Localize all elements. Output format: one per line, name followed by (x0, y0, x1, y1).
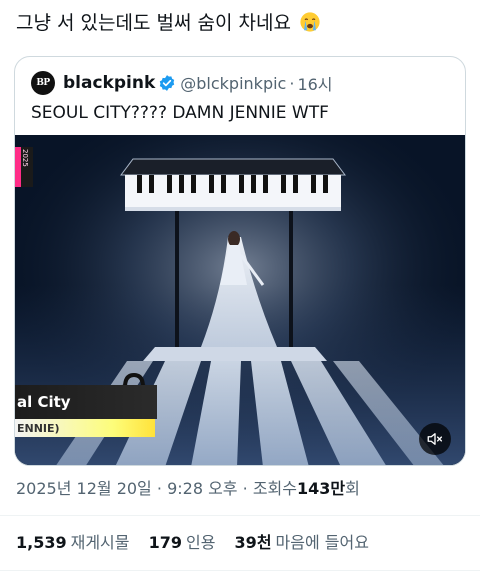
likes-stat[interactable]: 39천 마음에 들어요 (235, 532, 369, 554)
tweet-time[interactable]: 9:28 오후 (167, 479, 237, 498)
separator-dot: · (156, 479, 162, 498)
quoted-tweet-text: SEOUL CITY???? DAMN JENNIE WTF (31, 103, 329, 123)
video-overlay-title: al City (15, 385, 157, 419)
tweet-text: 그냥 서 있는데도 벌써 숨이 차네요 (16, 10, 464, 36)
quoted-author-handle[interactable]: @blckpinkpic (180, 74, 286, 93)
quoted-tweet-header: BP blackpink @blckpinkpic · 16시 (31, 71, 333, 95)
reposts-label: 재게시물 (70, 533, 130, 552)
reposts-stat[interactable]: 1,539 재게시물 (16, 532, 130, 554)
views-label: 조회수 (252, 479, 297, 498)
engagement-stats: 1,539 재게시물 179 인용 39천 마음에 들어요 (16, 532, 383, 554)
tweet-meta: 2025년 12월 20일 · 9:28 오후 · 조회수143만회 (16, 478, 360, 500)
quotes-label: 인용 (186, 533, 216, 552)
likes-count: 39천 (234, 533, 272, 552)
divider (0, 515, 480, 516)
views-count[interactable]: 143만 (297, 479, 345, 498)
quoted-tweet-card[interactable]: BP blackpink @blckpinkpic · 16시 SEOUL CI… (14, 56, 466, 466)
loudly-crying-face-icon (300, 12, 320, 32)
avatar-text: BP (36, 78, 50, 88)
separator-dot: · (289, 73, 295, 93)
likes-label: 마음에 들어요 (275, 533, 369, 552)
broadcast-year: 2025 (21, 149, 29, 167)
quoted-tweet-time[interactable]: 16시 (297, 71, 332, 95)
verified-badge-icon (160, 75, 175, 91)
separator-dot: · (242, 479, 248, 498)
avatar[interactable]: BP (31, 71, 55, 95)
quoted-author-name[interactable]: blackpink (63, 73, 155, 93)
video-overlay-subtitle: ENNIE) (15, 419, 155, 437)
reposts-count: 1,539 (16, 533, 67, 552)
tweet-body: 그냥 서 있는데도 벌써 숨이 차네요 (16, 12, 291, 34)
quotes-count: 179 (148, 533, 182, 552)
views-suffix: 회 (345, 479, 360, 498)
mute-button[interactable] (419, 423, 451, 455)
tweet-date[interactable]: 2025년 12월 20일 (16, 479, 152, 498)
speaker-muted-icon (427, 433, 443, 445)
video-player[interactable]: 2025 al City ENNIE) (15, 135, 465, 465)
quotes-stat[interactable]: 179 인용 (149, 532, 216, 554)
divider (0, 570, 480, 571)
broadcast-tag: 2025 (15, 145, 37, 191)
